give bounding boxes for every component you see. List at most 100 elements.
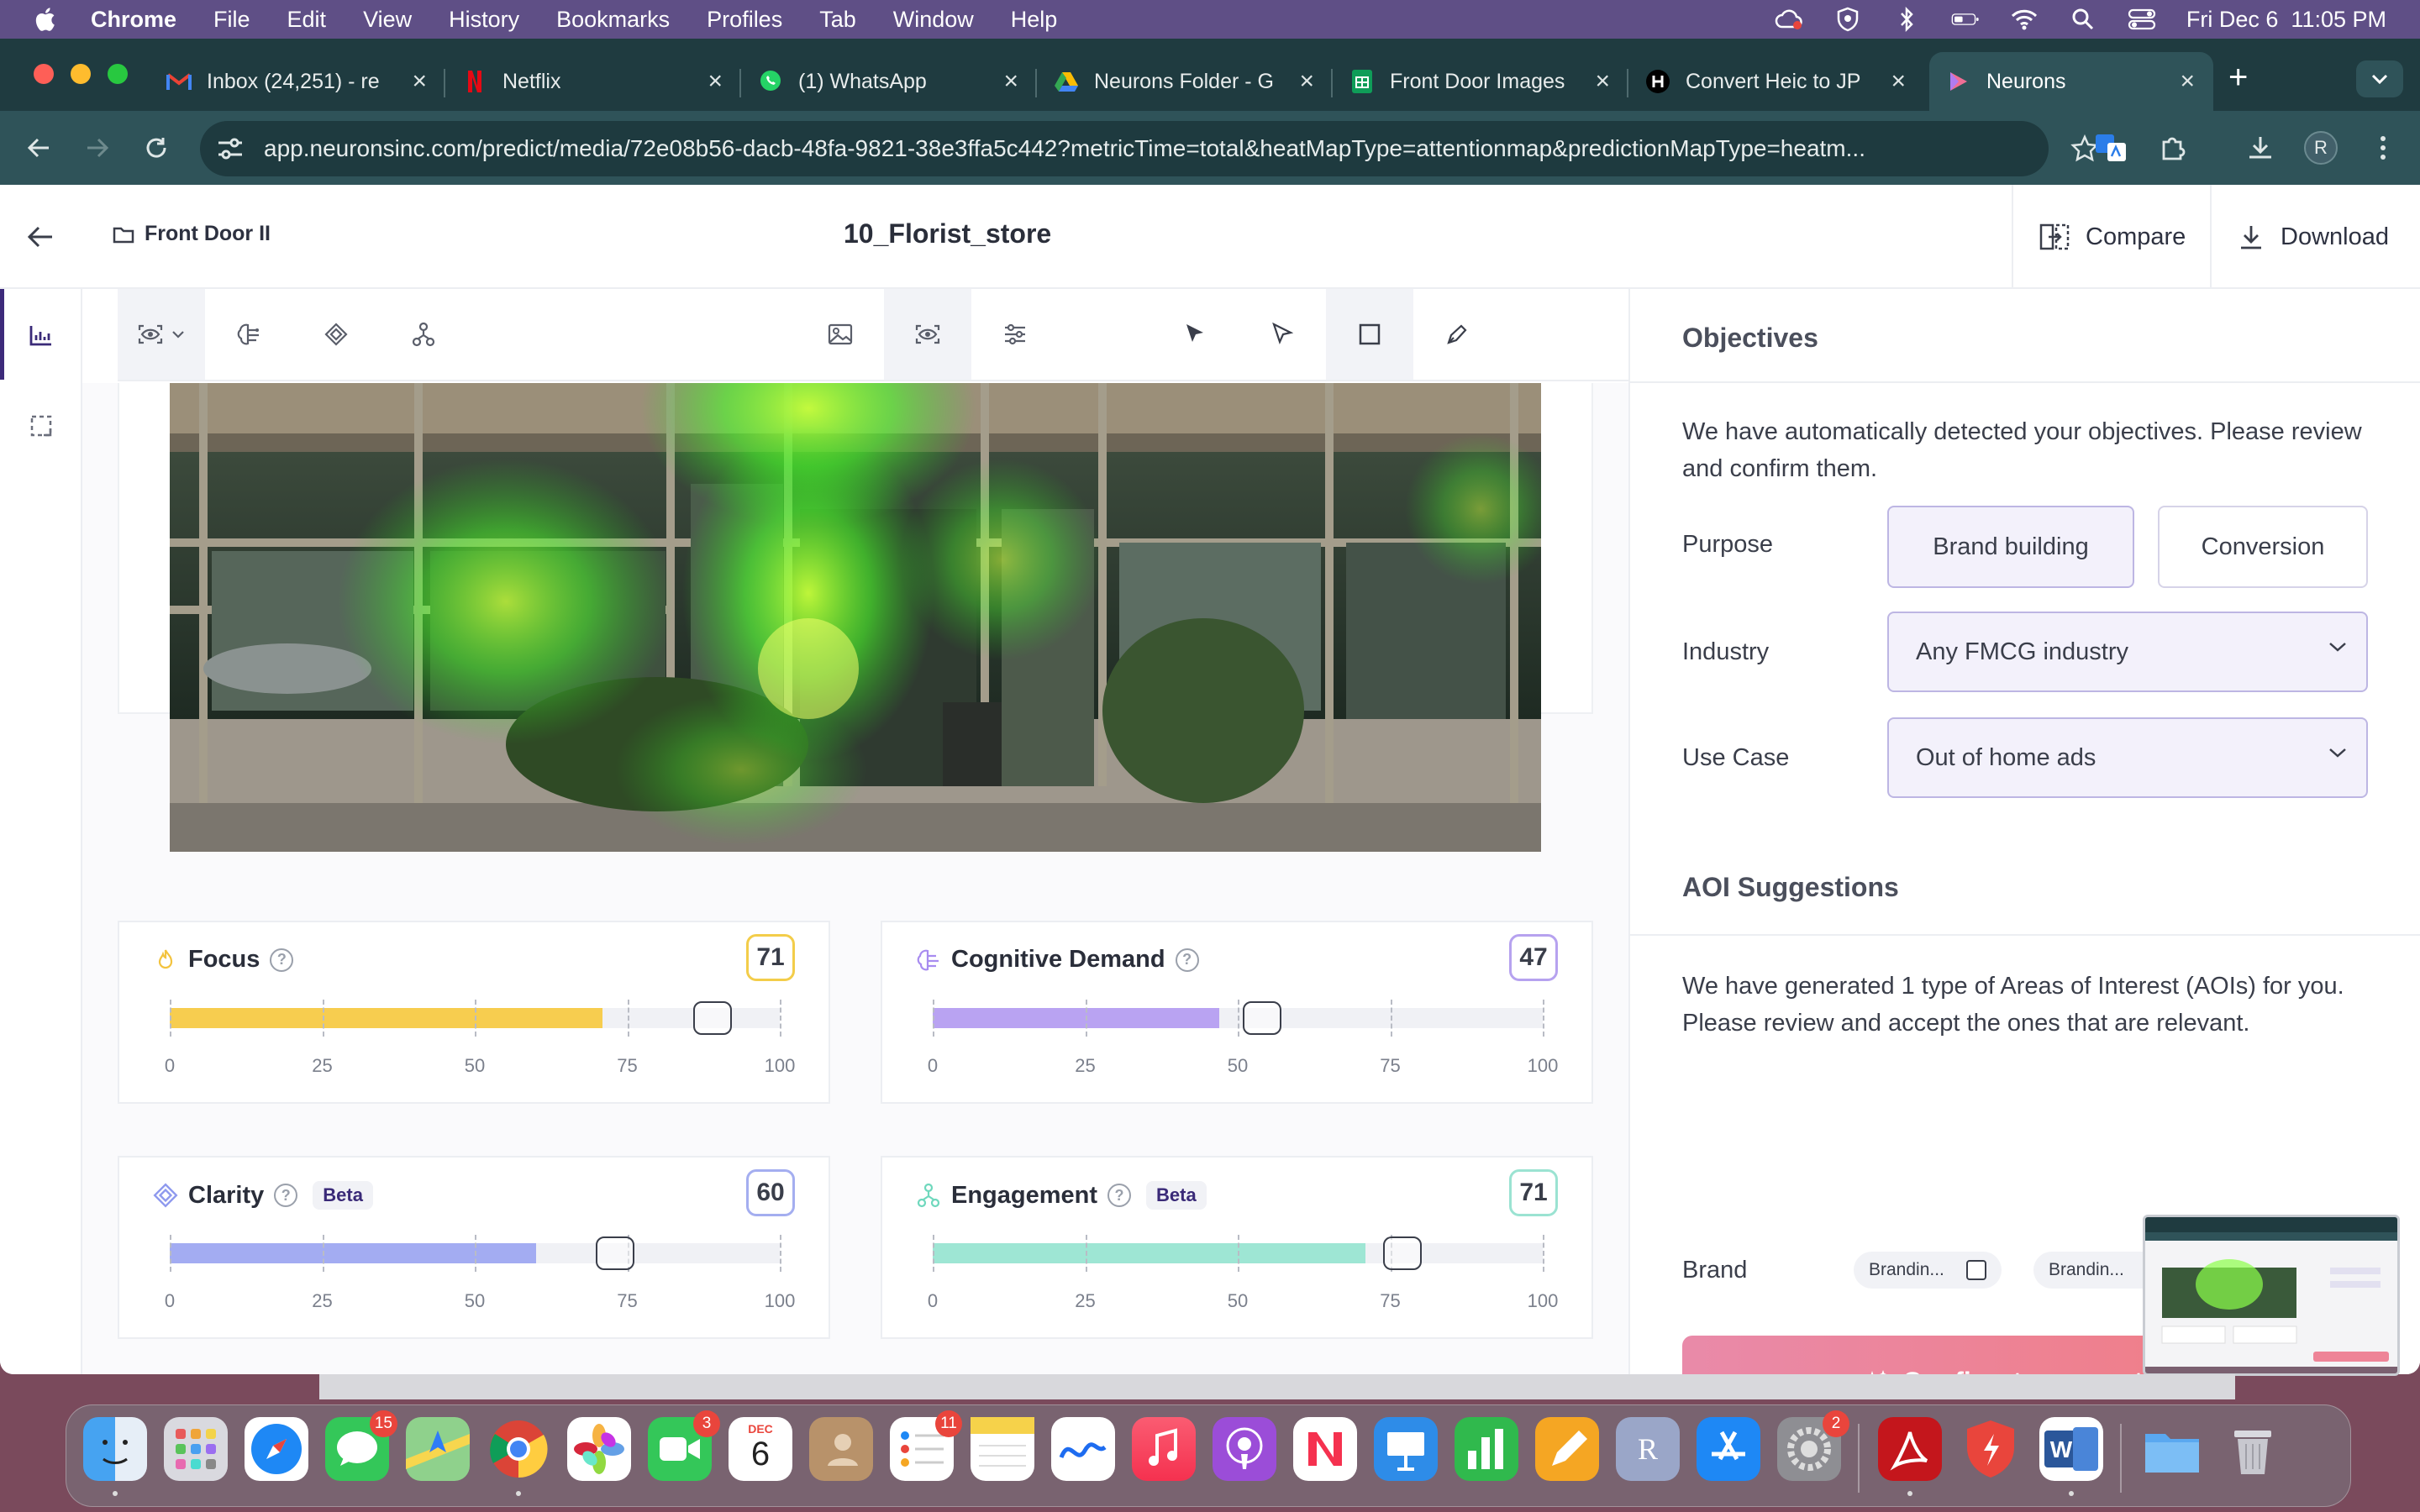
rectangle-tool[interactable] <box>1326 289 1413 380</box>
back-arrow-icon[interactable] <box>24 220 57 254</box>
help-circle-icon[interactable]: ? <box>1107 1184 1132 1207</box>
tab-google-drive[interactable]: Neurons Folder - G × <box>1037 52 1333 111</box>
wifi-icon[interactable] <box>2010 7 2039 32</box>
news-icon[interactable] <box>1293 1417 1357 1481</box>
chrome-menu-icon[interactable] <box>2365 129 2402 166</box>
menubar-clock[interactable]: Fri Dec 6 11:05 PM <box>2186 7 2386 33</box>
use-case-select[interactable]: Out of home ads <box>1887 717 2368 798</box>
help-circle-icon[interactable]: ? <box>274 1184 298 1207</box>
creative-cloud-icon[interactable] <box>1775 7 1803 32</box>
profile-avatar[interactable]: R <box>2302 129 2339 166</box>
tab-heic-converter[interactable]: Convert Heic to JP × <box>1628 52 1924 111</box>
download-button[interactable]: Download <box>2210 185 2420 289</box>
menu-view[interactable]: View <box>363 7 412 33</box>
music-icon[interactable] <box>1132 1417 1196 1481</box>
menu-chrome[interactable]: Chrome <box>91 7 176 33</box>
focus-slider-handle[interactable] <box>693 1001 733 1035</box>
cognitive-demand-slider-handle[interactable] <box>1243 1001 1282 1035</box>
menu-edit[interactable]: Edit <box>287 7 327 33</box>
clarity-tool[interactable] <box>292 289 380 380</box>
menu-history[interactable]: History <box>449 7 519 33</box>
close-tab-icon[interactable]: × <box>708 67 723 96</box>
maps-icon[interactable] <box>406 1417 470 1481</box>
finder-icon[interactable] <box>83 1417 147 1481</box>
notes-icon[interactable] <box>971 1417 1034 1481</box>
trash-icon[interactable] <box>2221 1417 2285 1481</box>
vpn-shield-icon[interactable] <box>1833 7 1862 32</box>
purpose-conversion-button[interactable]: Conversion <box>2158 506 2368 588</box>
pen-tool[interactable] <box>1413 289 1501 380</box>
bluetooth-icon[interactable] <box>1892 7 1921 32</box>
photos-icon[interactable] <box>567 1417 631 1481</box>
freeform-icon[interactable] <box>1051 1417 1115 1481</box>
close-tab-icon[interactable]: × <box>1891 67 1906 96</box>
menu-profiles[interactable]: Profiles <box>707 7 782 33</box>
aoi-editor-icon[interactable] <box>24 408 59 444</box>
word-icon[interactable]: W <box>2039 1417 2103 1481</box>
purpose-brand-building-button[interactable]: Brand building <box>1887 506 2134 588</box>
keynote-icon[interactable] <box>1374 1417 1438 1481</box>
menu-window[interactable]: Window <box>893 7 974 33</box>
site-info-icon[interactable] <box>217 136 244 161</box>
control-center-icon[interactable] <box>2128 7 2156 32</box>
menu-file[interactable]: File <box>213 7 250 33</box>
brave-shield-icon[interactable] <box>1959 1417 2023 1481</box>
extensions-icon[interactable] <box>2154 129 2191 166</box>
acrobat-icon[interactable] <box>1878 1417 1942 1481</box>
close-tab-icon[interactable]: × <box>412 67 427 96</box>
contacts-icon[interactable] <box>809 1417 873 1481</box>
cognitive-demand-tool[interactable] <box>205 289 292 380</box>
tab-netflix[interactable]: Netflix × <box>445 52 741 111</box>
apple-icon[interactable] <box>32 5 60 34</box>
menu-bookmarks[interactable]: Bookmarks <box>556 7 670 33</box>
help-circle-icon[interactable]: ? <box>270 948 294 972</box>
breadcrumb[interactable]: Front Door II <box>113 222 271 246</box>
menu-help[interactable]: Help <box>1011 7 1058 33</box>
forward-icon[interactable] <box>79 129 116 166</box>
attention-view-dropdown[interactable] <box>118 289 205 380</box>
tab-neurons[interactable]: Neurons × <box>1929 52 2213 111</box>
aoi-chip-branding-1[interactable]: Brandin... <box>1854 1252 2002 1289</box>
engagement-slider-handle[interactable] <box>1383 1236 1423 1270</box>
tab-search-button[interactable] <box>2356 60 2403 97</box>
close-tab-icon[interactable]: × <box>1299 67 1314 96</box>
close-tab-icon[interactable]: × <box>2180 67 2195 96</box>
close-window-button[interactable] <box>34 64 54 84</box>
engagement-tool[interactable] <box>380 289 467 380</box>
numbers-icon[interactable] <box>1455 1417 1518 1481</box>
app-store-icon[interactable] <box>1697 1417 1760 1481</box>
spotlight-search-icon[interactable] <box>2069 7 2097 32</box>
pointer-tool[interactable] <box>1239 289 1326 380</box>
calendar-icon[interactable]: DEC 6 <box>729 1417 792 1481</box>
app-r-icon[interactable]: R <box>1616 1417 1680 1481</box>
system-settings-icon[interactable]: 2 <box>1777 1410 1849 1481</box>
clarity-slider-handle[interactable] <box>595 1236 634 1270</box>
messages-icon[interactable]: 15 <box>325 1410 397 1481</box>
adjust-settings-tool[interactable] <box>971 289 1059 380</box>
menu-tab[interactable]: Tab <box>819 7 856 33</box>
safari-icon[interactable] <box>245 1417 308 1481</box>
facetime-icon[interactable]: 3 <box>648 1410 720 1481</box>
tab-gmail[interactable]: Inbox (24,251) - re × <box>150 52 445 111</box>
help-circle-icon[interactable]: ? <box>1175 948 1199 972</box>
launchpad-icon[interactable] <box>164 1417 228 1481</box>
close-tab-icon[interactable]: × <box>1595 67 1610 96</box>
original-image-tool[interactable] <box>797 289 884 380</box>
screenshot-thumbnail[interactable] <box>2143 1215 2400 1376</box>
pages-icon[interactable] <box>1535 1417 1599 1481</box>
reminders-icon[interactable]: 11 <box>890 1410 962 1481</box>
select-cursor-tool[interactable] <box>1151 289 1239 380</box>
battery-icon[interactable] <box>1951 7 1980 32</box>
close-tab-icon[interactable]: × <box>1003 67 1018 96</box>
aoi-checkbox[interactable] <box>1966 1260 1986 1280</box>
heatmap-view-tool[interactable] <box>884 289 971 380</box>
compare-button[interactable]: Compare <box>2012 185 2210 289</box>
tab-whatsapp[interactable]: (1) WhatsApp × <box>741 52 1037 111</box>
zoom-window-button[interactable] <box>108 64 128 84</box>
analytics-chart-icon[interactable] <box>24 318 59 353</box>
downloads-folder-icon[interactable] <box>2140 1417 2204 1481</box>
new-tab-button[interactable]: + <box>2228 59 2248 97</box>
podcasts-icon[interactable] <box>1213 1417 1276 1481</box>
downloads-icon[interactable] <box>2242 129 2279 166</box>
chrome-icon[interactable] <box>487 1417 550 1481</box>
